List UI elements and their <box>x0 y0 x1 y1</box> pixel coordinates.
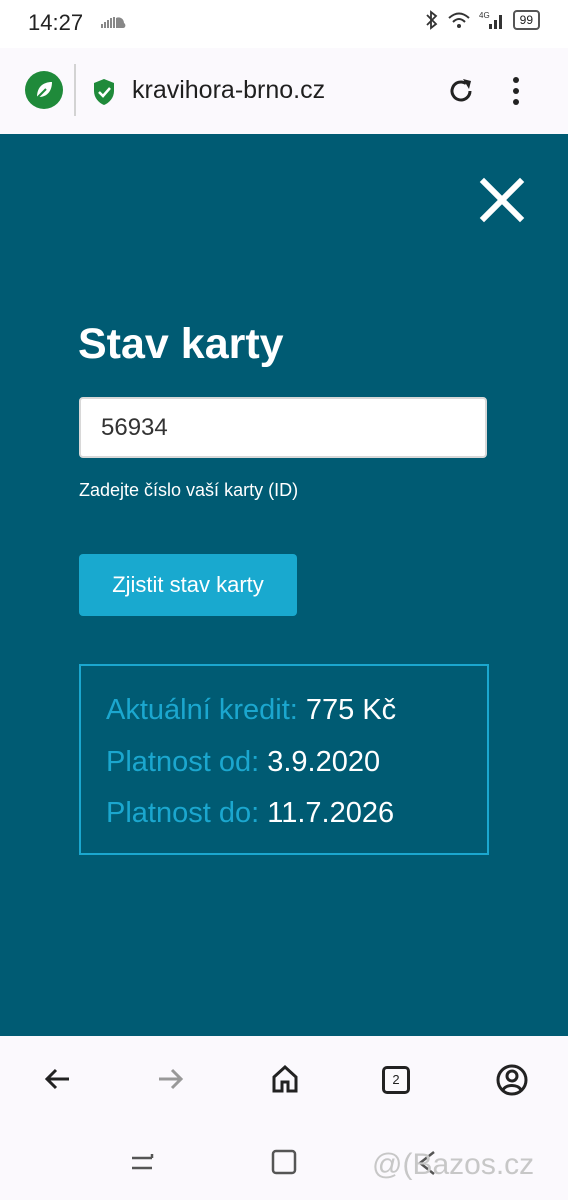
account-icon[interactable] <box>496 1064 528 1096</box>
card-info-box: Aktuální kredit: 775 Kč Platnost od: 3.9… <box>79 664 489 855</box>
bluetooth-icon <box>426 10 437 30</box>
browser-toolbar: kravihora-brno.cz <box>0 48 568 134</box>
valid-from-row: Platnost od: 3.9.2020 <box>106 746 380 779</box>
system-nav-bar: @(Bazos.cz <box>0 1128 568 1200</box>
modal-title: Stav karty <box>78 320 284 368</box>
leaf-icon[interactable] <box>25 71 63 109</box>
overview-icon[interactable] <box>270 1148 298 1176</box>
card-status-modal: Stav karty Zadejte číslo vaší karty (ID)… <box>0 134 568 1036</box>
browser-bottom-bar: 2 <box>0 1036 568 1128</box>
credit-value: 775 Kč <box>305 694 397 726</box>
signal-icon: 4G <box>479 11 502 29</box>
credit-label: Aktuální kredit: <box>106 694 298 726</box>
status-icons: 4G 99 <box>425 10 540 30</box>
valid-from-label: Platnost od: <box>106 746 260 778</box>
tabs-icon[interactable]: 2 <box>382 1066 410 1094</box>
valid-to-value: 11.7.2026 <box>267 797 395 829</box>
valid-to-row: Platnost do: 11.7.2026 <box>106 797 394 830</box>
soundcloud-icon <box>101 17 126 28</box>
card-id-input[interactable] <box>79 397 487 458</box>
reload-icon[interactable] <box>446 76 476 106</box>
more-vert-icon[interactable] <box>512 76 520 106</box>
shield-check-icon[interactable] <box>92 78 116 106</box>
card-id-helper: Zadejte číslo vaší karty (ID) <box>79 480 299 500</box>
wifi-icon <box>447 12 470 28</box>
credit-row: Aktuální kredit: 775 Kč <box>106 694 396 727</box>
valid-to-label: Platnost do: <box>106 797 260 829</box>
status-bar: 14:27 4G 99 <box>0 0 568 48</box>
valid-from-value: 3.9.2020 <box>267 746 381 778</box>
battery-indicator: 99 <box>512 10 540 30</box>
check-card-button[interactable]: Zjistit stav karty <box>79 554 297 616</box>
recents-icon[interactable] <box>128 1150 156 1174</box>
toolbar-divider <box>74 64 76 116</box>
status-time: 14:27 <box>28 10 84 35</box>
forward-arrow-icon[interactable] <box>156 1064 186 1094</box>
watermark-text: @(Bazos.cz <box>372 1148 535 1181</box>
home-icon[interactable] <box>270 1064 300 1094</box>
network-type: 4G <box>479 11 490 20</box>
url-text[interactable]: kravihora-brno.cz <box>132 76 325 105</box>
back-arrow-icon[interactable] <box>42 1064 72 1094</box>
close-icon[interactable] <box>478 176 526 224</box>
